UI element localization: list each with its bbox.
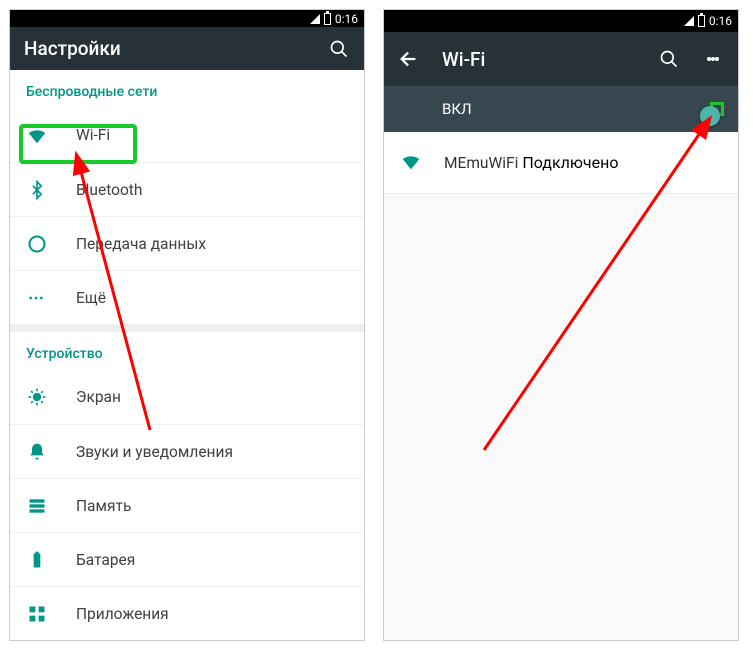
overflow-menu-icon[interactable] xyxy=(702,48,724,70)
status-bar: 0:16 xyxy=(384,10,738,32)
row-more[interactable]: ⋯ Ещё xyxy=(10,270,364,324)
row-label: Bluetooth xyxy=(76,181,142,199)
row-label: Приложения xyxy=(76,605,169,623)
row-label: Wi-Fi xyxy=(76,126,110,144)
storage-icon xyxy=(26,495,48,517)
page-title: Wi-Fi xyxy=(442,48,636,71)
row-label: Передача данных xyxy=(76,235,206,253)
section-header-wireless: Беспроводные сети xyxy=(10,70,364,108)
page-title: Настройки xyxy=(24,37,306,60)
search-icon[interactable] xyxy=(658,48,680,70)
appbar: Wi-Fi xyxy=(384,32,738,86)
wifi-state-label: ВКЛ xyxy=(442,100,710,118)
row-label: Экран xyxy=(76,388,121,406)
battery-icon xyxy=(324,13,331,25)
wifi-state-bar: ВКЛ xyxy=(384,86,738,132)
signal-icon xyxy=(310,14,320,24)
row-bluetooth[interactable]: Bluetooth xyxy=(10,162,364,216)
row-label: Память xyxy=(76,497,131,515)
row-wifi[interactable]: Wi-Fi xyxy=(10,108,364,162)
search-icon[interactable] xyxy=(328,38,350,60)
wifi-screen: 0:16 Wi-Fi ВКЛ MEmuWiFi Подключено xyxy=(383,9,739,641)
bell-icon xyxy=(26,441,48,463)
row-label: Батарея xyxy=(76,551,135,569)
section-divider xyxy=(10,324,364,332)
apps-icon xyxy=(26,603,48,625)
network-status: Подключено xyxy=(522,153,618,172)
data-usage-icon xyxy=(26,233,48,255)
status-bar: 0:16 xyxy=(10,10,364,27)
highlight-toggle xyxy=(710,102,724,116)
row-sound[interactable]: Звуки и уведомления xyxy=(10,424,364,478)
device-list: Экран Звуки и уведомления Память Батарея… xyxy=(10,370,364,640)
network-row[interactable]: MEmuWiFi Подключено xyxy=(384,132,738,194)
bluetooth-icon xyxy=(26,179,48,201)
row-battery[interactable]: Батарея xyxy=(10,532,364,586)
row-label: Ещё xyxy=(76,289,106,307)
wireless-list: Wi-Fi Bluetooth Передача данных ⋯ Ещё xyxy=(10,108,364,324)
section-header-device: Устройство xyxy=(10,332,364,370)
settings-screen: 0:16 Настройки Беспроводные сети Wi-Fi B… xyxy=(9,9,365,641)
back-icon[interactable] xyxy=(398,48,420,70)
appbar: Настройки xyxy=(10,27,364,70)
row-apps[interactable]: Приложения xyxy=(10,586,364,640)
battery-icon xyxy=(26,549,48,571)
status-time: 0:16 xyxy=(709,14,732,28)
network-name: MEmuWiFi xyxy=(444,154,518,172)
wifi-icon xyxy=(26,124,48,146)
display-icon xyxy=(26,386,48,408)
row-label: Звуки и уведомления xyxy=(76,443,233,461)
row-storage[interactable]: Память xyxy=(10,478,364,532)
signal-icon xyxy=(684,16,694,26)
row-data-usage[interactable]: Передача данных xyxy=(10,216,364,270)
battery-icon xyxy=(698,15,705,27)
more-icon: ⋯ xyxy=(26,287,48,309)
status-time: 0:16 xyxy=(335,12,358,26)
row-display[interactable]: Экран xyxy=(10,370,364,424)
wifi-icon xyxy=(400,150,422,176)
